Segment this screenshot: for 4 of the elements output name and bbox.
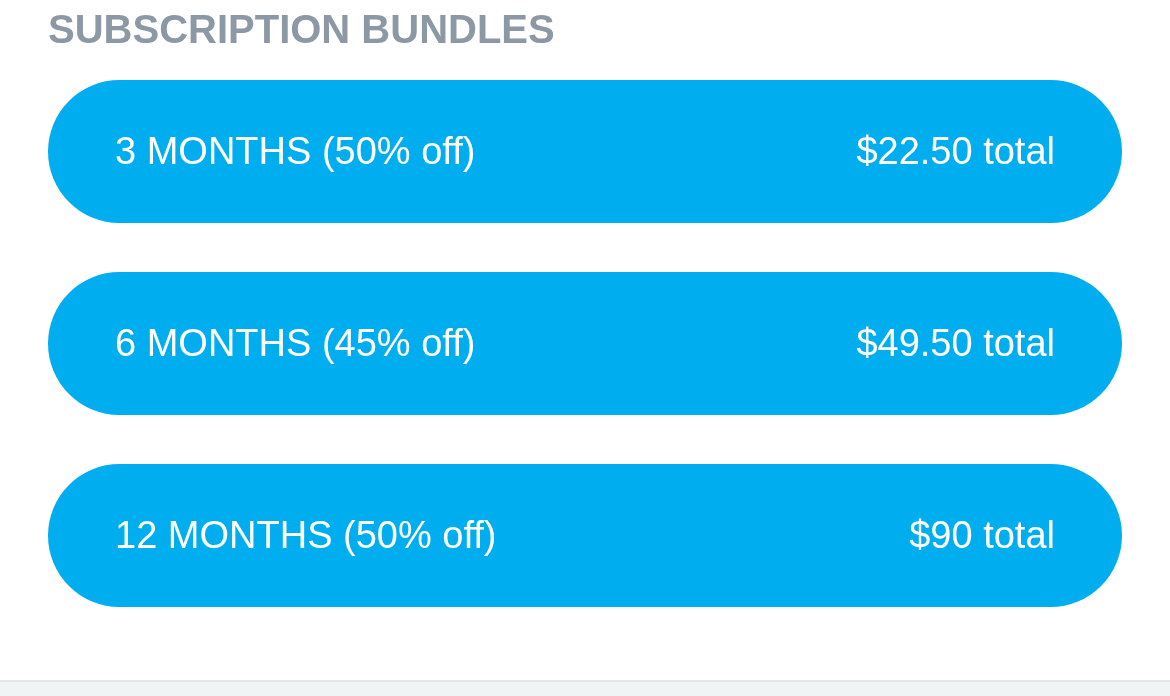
bundle-button[interactable]: 6 MONTHS (45% off) $49.50 total [48, 272, 1122, 415]
bundle-button[interactable]: 12 MONTHS (50% off) $90 total [48, 464, 1122, 607]
section-title: SUBSCRIPTION BUNDLES [48, 6, 556, 53]
bundle-button[interactable]: 3 MONTHS (50% off) $22.50 total [48, 80, 1122, 223]
